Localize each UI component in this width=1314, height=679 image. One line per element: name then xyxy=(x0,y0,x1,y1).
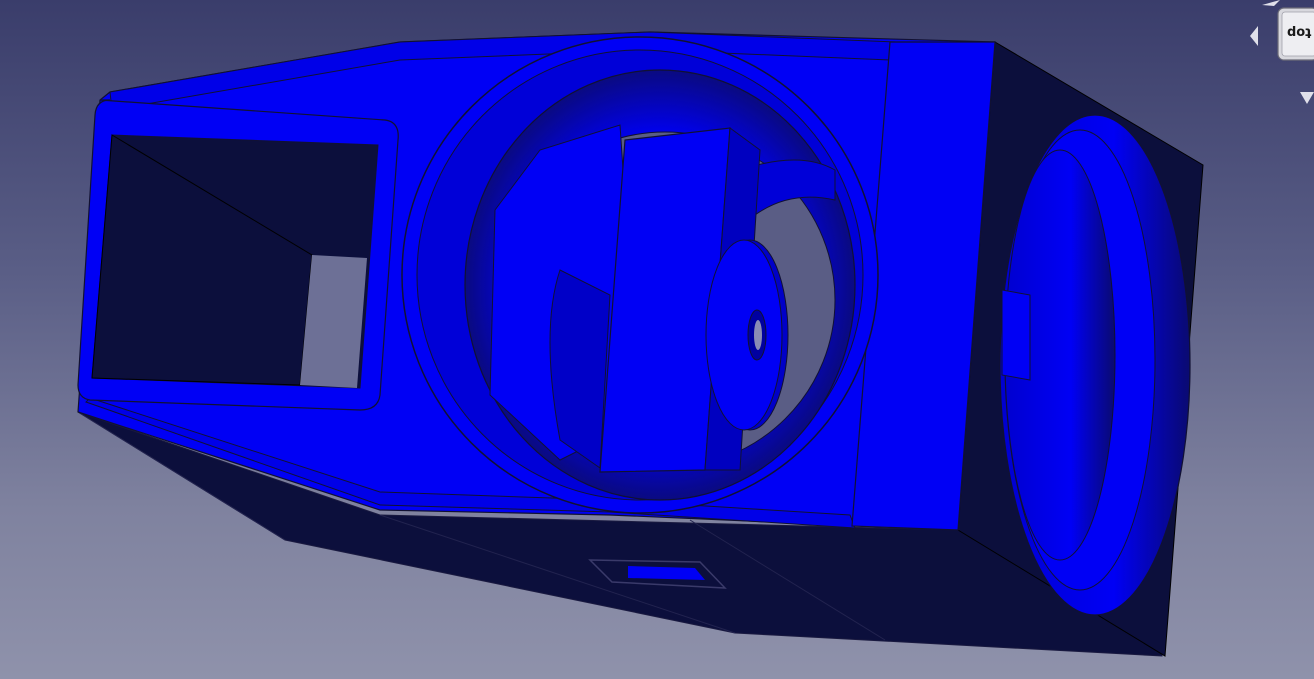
navcube-arrow-top-icon[interactable] xyxy=(1262,0,1280,6)
3d-viewport[interactable]: doʇ xyxy=(0,0,1314,679)
navcube-face-label: doʇ xyxy=(1287,25,1311,40)
right-disc-notch xyxy=(1001,289,1031,381)
navcube-arrow-left-icon[interactable] xyxy=(1250,26,1258,46)
hub-face xyxy=(705,239,783,431)
hub-hole-inner xyxy=(754,320,762,350)
3d-model[interactable] xyxy=(0,0,1314,679)
bottom-slot-inner xyxy=(628,566,705,580)
navigation-cube[interactable]: doʇ xyxy=(1240,0,1314,110)
navcube-arrow-down-icon[interactable] xyxy=(1300,92,1314,104)
